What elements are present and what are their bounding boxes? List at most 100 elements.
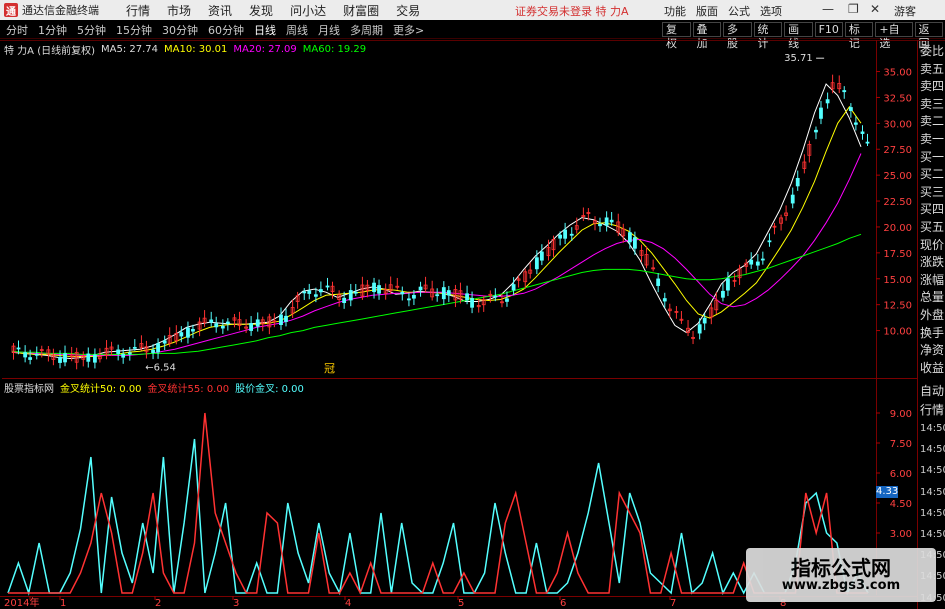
- x-tick-label: 6: [560, 598, 566, 609]
- candle-body: [255, 319, 260, 327]
- quote-label[interactable]: 买一: [920, 150, 945, 164]
- quote-label[interactable]: 买三: [920, 185, 945, 199]
- quote-label[interactable]: 买四: [920, 202, 945, 216]
- candle-body: [749, 259, 754, 265]
- ma10-value: MA10: 30.01: [164, 43, 228, 55]
- indicator-y-tick-label: 9.00: [890, 409, 912, 420]
- candle-body: [569, 233, 574, 236]
- ma5-value: MA5: 27.74: [101, 43, 159, 55]
- candle-body: [93, 354, 97, 363]
- y-tick-label: 25.00: [883, 171, 912, 182]
- quote-label[interactable]: 委比: [920, 44, 945, 58]
- candle-body: [214, 323, 219, 328]
- candle-body: [162, 340, 167, 344]
- candle-body: [284, 315, 288, 322]
- candle-body: [604, 217, 609, 226]
- ma-line-ma5: [11, 83, 862, 360]
- quote-label[interactable]: 现价: [920, 238, 945, 252]
- indicator-stat-55: 金叉统计55: 0.00: [147, 383, 230, 395]
- candle-body: [28, 357, 33, 360]
- candle-body: [225, 321, 230, 324]
- candle-body: [279, 314, 283, 325]
- indicator-y-tick-label: 6.00: [890, 469, 912, 480]
- quote-label[interactable]: 14:50: [920, 464, 945, 478]
- quote-label[interactable]: 14:50: [920, 507, 945, 521]
- candle-body: [511, 284, 516, 291]
- indicator-y-tick-label: 3.00: [890, 529, 912, 540]
- x-tick-label: 4: [345, 598, 351, 609]
- y-tick-label: 27.50: [883, 145, 912, 156]
- x-tick-label: 2014年: [4, 596, 39, 609]
- candle-body: [627, 232, 632, 243]
- candle-body: [132, 346, 137, 349]
- candle-body: [825, 99, 830, 104]
- kline-chart[interactable]: 10.0012.5015.0017.5020.0022.5025.0027.50…: [0, 0, 945, 609]
- toolbar-divider: [0, 40, 945, 41]
- watermark: 指标公式网 www.zbgs3.com: [746, 548, 936, 602]
- watermark-url: www.zbgs3.com: [781, 578, 901, 593]
- candle-body: [539, 251, 544, 261]
- quote-label[interactable]: 买二: [920, 167, 945, 181]
- candle-body: [848, 107, 853, 112]
- candle-body: [58, 356, 62, 363]
- candle-body: [116, 349, 121, 354]
- quote-label[interactable]: 14:50: [920, 422, 945, 436]
- quote-label[interactable]: 14:50: [920, 443, 945, 457]
- candle-body: [418, 286, 423, 291]
- indicator-stat-50: 金叉统计50: 0.00: [60, 383, 142, 395]
- quote-label[interactable]: 自动: [920, 384, 945, 398]
- quote-label[interactable]: 换手: [920, 326, 945, 340]
- quote-label[interactable]: 卖三: [920, 97, 945, 111]
- ma-line-ma20: [12, 153, 862, 356]
- candle-body: [721, 290, 725, 298]
- indicator-y-tick-label: 4.50: [890, 499, 912, 510]
- candle-body: [814, 129, 818, 133]
- quote-label[interactable]: 14:50: [920, 486, 945, 500]
- candle-body: [302, 291, 307, 294]
- quote-label[interactable]: 行情: [920, 403, 945, 417]
- quote-label[interactable]: 卖四: [920, 79, 945, 93]
- candle-body: [86, 353, 91, 362]
- quote-label[interactable]: 卖二: [920, 114, 945, 128]
- candle-body: [534, 257, 539, 270]
- quote-label[interactable]: 卖一: [920, 132, 945, 146]
- quote-label[interactable]: 净资: [920, 343, 945, 357]
- candle-body: [151, 349, 155, 353]
- quote-label[interactable]: 14:50: [920, 528, 945, 542]
- x-tick-label: 1: [60, 598, 66, 609]
- candle-body: [795, 177, 800, 187]
- quote-label[interactable]: 外盘: [920, 308, 945, 322]
- candle-body: [220, 325, 225, 329]
- quote-label[interactable]: 涨幅: [920, 273, 945, 287]
- candle-body: [790, 194, 795, 204]
- candle-body: [760, 258, 765, 261]
- indicator-line-2: [8, 412, 868, 595]
- candle-body: [318, 289, 323, 293]
- y-tick-label: 35.00: [883, 68, 912, 79]
- y-tick-label: 10.00: [883, 327, 912, 338]
- y-tick-label: 22.50: [883, 197, 912, 208]
- y-tick-label: 12.50: [883, 301, 912, 312]
- candle-body: [726, 278, 730, 291]
- candle-body: [156, 343, 160, 353]
- quote-panel: 委比卖五卖四卖三卖二卖一买一买二买三买四买五现价涨跌涨幅总量外盘换手净资收益自动…: [920, 42, 945, 609]
- candle-body: [563, 229, 568, 239]
- quote-label[interactable]: 买五: [920, 220, 945, 234]
- x-tick-label: 2: [155, 598, 161, 609]
- candle-body: [558, 234, 563, 239]
- candle-body: [493, 295, 498, 298]
- candle-body: [697, 324, 702, 334]
- candle-body: [63, 353, 67, 363]
- candle-body: [632, 237, 637, 249]
- candle-body: [377, 285, 381, 294]
- x-tick-label: 5: [458, 598, 464, 609]
- quote-label[interactable]: 收益: [920, 361, 945, 375]
- y-tick-label: 32.50: [883, 93, 912, 104]
- indicator-name[interactable]: 股票指标网: [4, 380, 54, 395]
- quote-label[interactable]: 总量: [920, 290, 945, 304]
- quote-label[interactable]: 卖五: [920, 62, 945, 76]
- ma20-value: MA20: 27.09: [233, 43, 297, 55]
- indicator-info-line: 股票指标网 金叉统计50: 0.00 金叉统计55: 0.00 股价金叉: 0.…: [4, 380, 310, 395]
- candle-body: [656, 278, 661, 286]
- quote-label[interactable]: 涨跌: [920, 255, 945, 269]
